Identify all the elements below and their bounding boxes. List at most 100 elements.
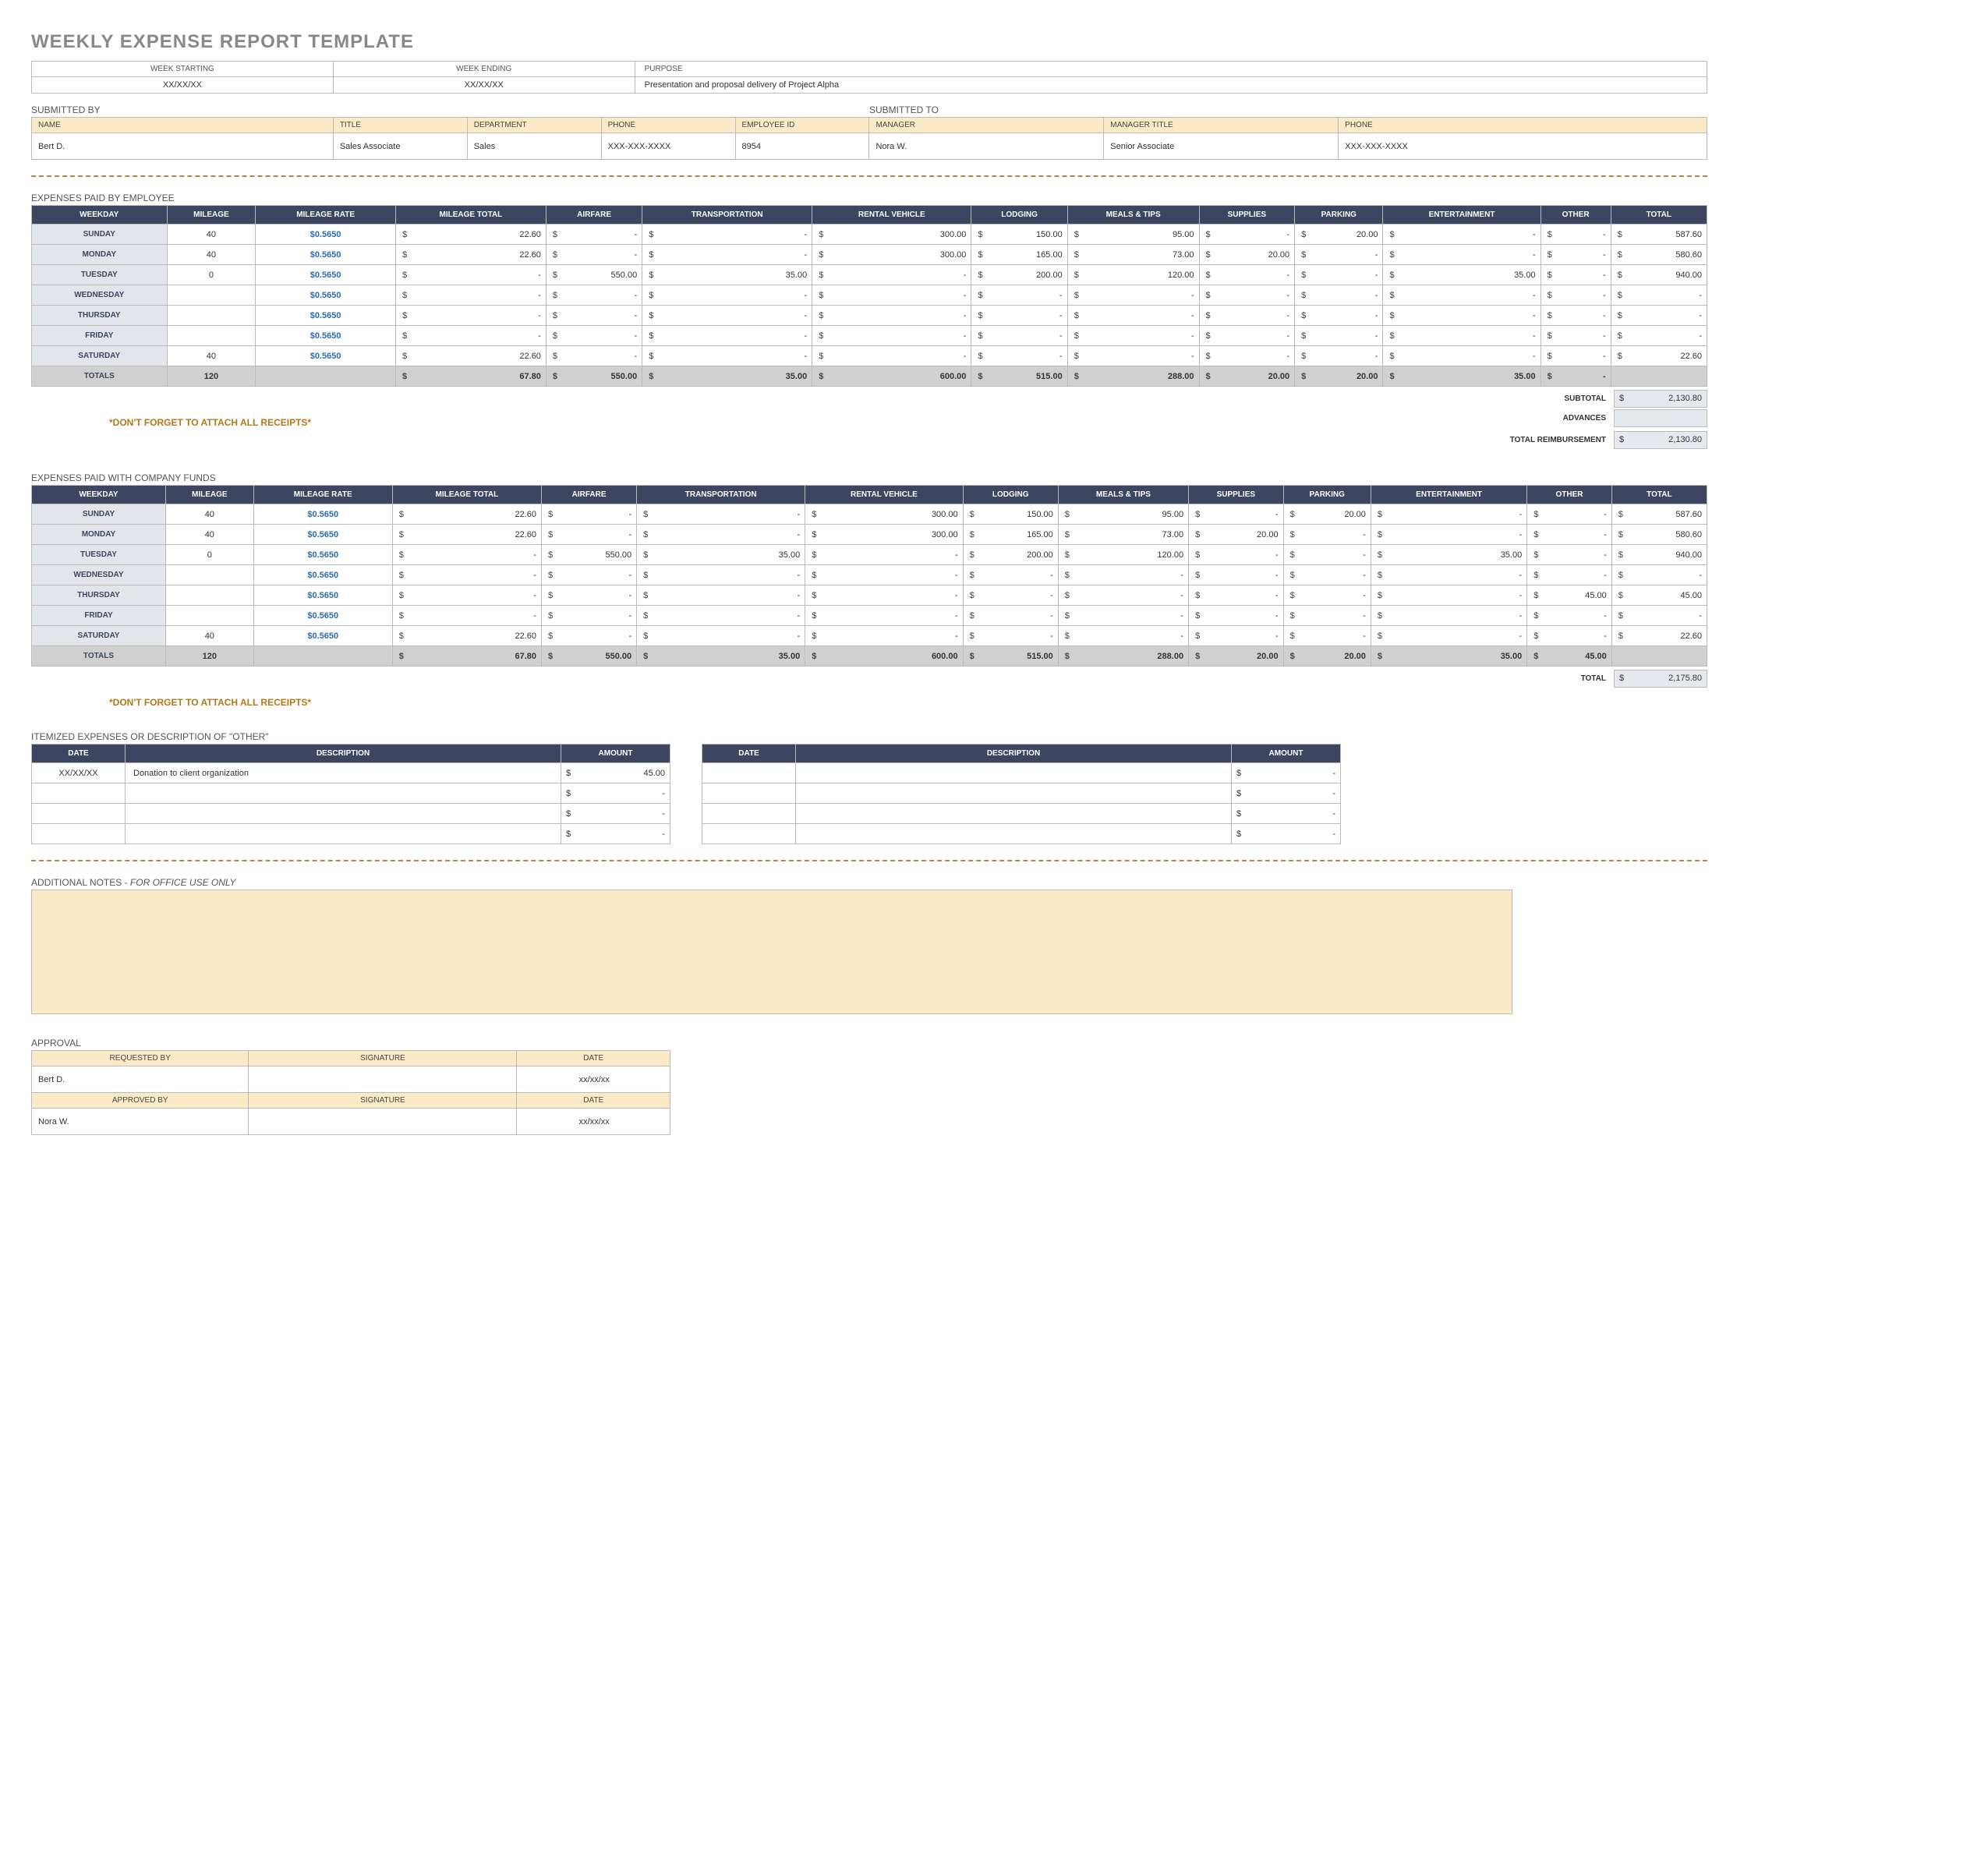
cell[interactable]: $- (805, 606, 963, 626)
mileage-cell[interactable]: 40 (167, 225, 256, 245)
itemized-desc[interactable] (796, 783, 1232, 804)
cell[interactable]: $- (546, 285, 642, 306)
cell[interactable]: $- (541, 606, 636, 626)
cell[interactable]: $45.00 (1527, 585, 1612, 606)
cell[interactable]: $- (1295, 326, 1383, 346)
cell[interactable]: $- (1067, 326, 1199, 346)
cell[interactable]: $- (963, 606, 1058, 626)
title-value[interactable]: Sales Associate (333, 133, 467, 160)
cell[interactable]: $- (642, 346, 812, 366)
cell[interactable]: $- (637, 504, 805, 525)
cell[interactable]: $- (812, 306, 971, 326)
cell[interactable]: $35.00 (642, 366, 812, 387)
notes-box[interactable] (31, 890, 1512, 1014)
cell[interactable]: $- (392, 545, 541, 565)
cell[interactable]: $35.00 (1371, 545, 1526, 565)
mileage-cell[interactable]: 0 (165, 545, 253, 565)
itemized-amt[interactable]: $- (1232, 804, 1341, 824)
cell[interactable]: $200.00 (971, 265, 1067, 285)
cell[interactable]: $- (642, 306, 812, 326)
cell[interactable]: $- (541, 504, 636, 525)
cell[interactable]: $600.00 (805, 646, 963, 667)
cell[interactable]: $- (1283, 585, 1371, 606)
cell[interactable]: $- (1199, 306, 1295, 326)
cell[interactable]: $- (1611, 606, 1707, 626)
cell[interactable]: $600.00 (812, 366, 971, 387)
cell[interactable]: $300.00 (812, 245, 971, 265)
manager-value[interactable]: Nora W. (869, 133, 1104, 160)
cell[interactable]: $- (1295, 265, 1383, 285)
week-starting-value[interactable]: XX/XX/XX (32, 77, 334, 94)
cell[interactable]: $- (1541, 306, 1611, 326)
cell[interactable]: $- (1527, 545, 1612, 565)
cell[interactable]: $- (392, 565, 541, 585)
cell[interactable]: $- (1527, 626, 1612, 646)
cell[interactable]: $- (1541, 346, 1611, 366)
cell[interactable]: $- (395, 306, 546, 326)
requested-signature[interactable] (249, 1066, 517, 1093)
itemized-date[interactable] (32, 783, 126, 804)
cell[interactable]: $- (1383, 285, 1541, 306)
cell[interactable]: $150.00 (971, 225, 1067, 245)
mileage-cell[interactable]: 40 (165, 626, 253, 646)
cell[interactable]: $- (637, 565, 805, 585)
mileage-cell[interactable]: 40 (167, 245, 256, 265)
cell[interactable]: $- (805, 626, 963, 646)
cell[interactable]: $- (1371, 585, 1526, 606)
cell[interactable]: $20.00 (1189, 525, 1283, 545)
cell[interactable]: $- (637, 585, 805, 606)
cell[interactable]: $20.00 (1283, 646, 1371, 667)
cell[interactable]: $- (1383, 306, 1541, 326)
cell[interactable]: $- (637, 626, 805, 646)
cell[interactable]: $- (971, 346, 1067, 366)
cell[interactable]: $150.00 (963, 504, 1058, 525)
cell[interactable]: $20.00 (1283, 504, 1371, 525)
cell[interactable]: $120.00 (1067, 265, 1199, 285)
approved-date[interactable]: xx/xx/xx (517, 1109, 670, 1135)
cell[interactable]: $- (1189, 565, 1283, 585)
cell[interactable]: $- (392, 585, 541, 606)
advances-value[interactable] (1614, 409, 1707, 427)
cell[interactable]: $- (1527, 565, 1612, 585)
itemized-amt[interactable]: $- (1232, 763, 1341, 783)
mileage-cell[interactable] (167, 306, 256, 326)
cell[interactable]: $- (642, 285, 812, 306)
cell[interactable]: $- (805, 545, 963, 565)
cell[interactable]: $- (812, 265, 971, 285)
cell[interactable]: $- (395, 326, 546, 346)
itemized-amt[interactable]: $- (1232, 783, 1341, 804)
itemized-amt[interactable]: $45.00 (561, 763, 670, 783)
cell[interactable]: $- (1541, 245, 1611, 265)
cell[interactable]: $- (1541, 326, 1611, 346)
cell[interactable]: $580.60 (1611, 245, 1707, 265)
cell[interactable]: $35.00 (1383, 265, 1541, 285)
cell[interactable]: $550.00 (546, 366, 642, 387)
name-value[interactable]: Bert D. (32, 133, 334, 160)
cell[interactable]: $550.00 (541, 545, 636, 565)
cell[interactable]: $20.00 (1199, 245, 1295, 265)
mileage-cell[interactable] (167, 285, 256, 306)
cell[interactable]: $- (395, 285, 546, 306)
cell[interactable]: $22.60 (395, 245, 546, 265)
cell[interactable]: $- (642, 326, 812, 346)
manager-phone-value[interactable]: XXX-XXX-XXXX (1339, 133, 1707, 160)
cell[interactable]: $- (1067, 285, 1199, 306)
mileage-cell[interactable] (165, 565, 253, 585)
cell[interactable]: $22.60 (392, 525, 541, 545)
cell[interactable]: $- (642, 245, 812, 265)
itemized-desc[interactable] (796, 824, 1232, 844)
cell[interactable]: $- (1611, 306, 1707, 326)
cell[interactable]: $- (1611, 285, 1707, 306)
cell[interactable]: $550.00 (541, 646, 636, 667)
mileage-cell[interactable] (165, 585, 253, 606)
mileage-cell[interactable]: 40 (165, 504, 253, 525)
cell[interactable]: $- (637, 606, 805, 626)
requested-date[interactable]: xx/xx/xx (517, 1066, 670, 1093)
cell[interactable]: $- (1189, 504, 1283, 525)
cell[interactable]: $- (971, 306, 1067, 326)
cell[interactable]: $- (1383, 346, 1541, 366)
cell[interactable]: $550.00 (546, 265, 642, 285)
cell[interactable]: $- (1611, 326, 1707, 346)
itemized-date[interactable] (702, 804, 796, 824)
cell[interactable]: $- (971, 326, 1067, 346)
